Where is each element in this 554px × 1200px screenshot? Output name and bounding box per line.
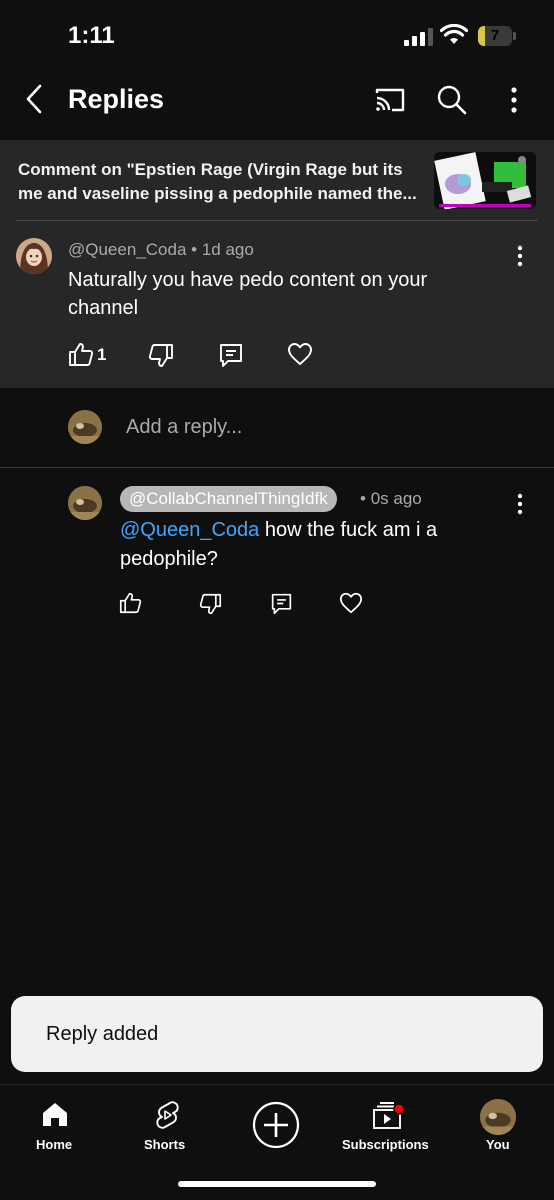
home-icon	[43, 1103, 67, 1126]
shorts-icon	[156, 1101, 179, 1129]
status-time: 1:11	[68, 22, 115, 49]
reply-text: @Queen_Coda how the fuck am i a pedophil…	[120, 516, 500, 574]
cellular-signal-icon	[404, 28, 433, 46]
nav-item-subscriptions[interactable]: Subscriptions	[340, 1093, 436, 1153]
nav-label: Shorts	[144, 1137, 186, 1152]
chevron-left-icon[interactable]	[18, 82, 52, 116]
search-icon[interactable]	[436, 84, 468, 116]
reply-icon[interactable]	[270, 592, 293, 615]
avatar	[480, 1099, 516, 1135]
cast-icon[interactable]	[374, 86, 406, 114]
more-vertical-icon[interactable]	[508, 492, 532, 516]
parent-comment-panel: Comment on "Epstien Rage (Virgin Rage bu…	[0, 140, 554, 388]
mention-link[interactable]: @Queen_Coda	[120, 519, 259, 541]
reply-item: @CollabChannelThingIdfk • 0s ago @Queen_…	[0, 468, 554, 628]
reply-meta: • 0s ago	[360, 489, 422, 509]
nav-item-home[interactable]: Home	[30, 1093, 80, 1153]
toast-notification: Reply added	[11, 996, 543, 1072]
app-bar: Replies	[0, 66, 554, 140]
separator-dot: •	[191, 240, 202, 259]
reply-author-badge[interactable]: @CollabChannelThingIdfk	[120, 486, 337, 512]
nav-label: Home	[36, 1137, 73, 1152]
comment-meta: @Queen_Coda • 1d ago	[68, 240, 254, 260]
thumb-up-icon[interactable]	[119, 591, 142, 614]
more-vertical-icon[interactable]	[500, 84, 528, 116]
avatar[interactable]	[68, 486, 102, 520]
add-reply-input[interactable]: Add a reply...	[126, 416, 242, 439]
page-title: Replies	[68, 84, 165, 114]
comment-text: Naturally you have pedo content on your …	[68, 269, 428, 319]
divider	[16, 220, 538, 221]
thumbnail-art	[434, 152, 536, 209]
reply-time: 0s ago	[370, 489, 422, 508]
comment-author[interactable]: @Queen_Coda	[68, 240, 186, 259]
thumb-down-icon[interactable]	[199, 593, 222, 616]
battery-indicator: 7	[478, 26, 516, 46]
avatar[interactable]	[16, 238, 52, 274]
reply-icon[interactable]	[218, 342, 244, 368]
comment-time: 1d ago	[201, 240, 254, 259]
comment-context-title[interactable]: Comment on "Epstien Rage (Virgin Rage bu…	[18, 158, 423, 206]
toast-text: Reply added	[46, 1023, 159, 1045]
nav-label: Subscriptions	[342, 1137, 429, 1152]
home-indicator	[178, 1181, 376, 1187]
video-thumbnail[interactable]	[434, 152, 536, 209]
nav-item-shorts[interactable]: Shorts	[140, 1093, 196, 1153]
battery-level: 7	[490, 27, 500, 44]
thumb-up-icon[interactable]	[68, 341, 94, 367]
more-vertical-icon[interactable]	[508, 244, 532, 268]
nav-item-you[interactable]: You	[476, 1093, 522, 1153]
heart-icon[interactable]	[287, 341, 313, 367]
avatar	[68, 410, 102, 444]
heart-icon[interactable]	[339, 591, 363, 615]
notification-dot	[393, 1103, 405, 1115]
like-count: 1	[97, 345, 107, 364]
nav-item-create[interactable]	[252, 1093, 302, 1153]
status-bar: 1:11 7	[0, 0, 554, 66]
thumb-down-icon[interactable]	[148, 343, 174, 369]
separator-dot: •	[360, 489, 371, 508]
create-plus-icon	[252, 1101, 300, 1149]
subscriptions-icon	[373, 1102, 405, 1129]
wifi-icon	[440, 24, 468, 44]
add-reply-row[interactable]: Add a reply...	[0, 388, 554, 468]
nav-label: You	[486, 1137, 510, 1152]
